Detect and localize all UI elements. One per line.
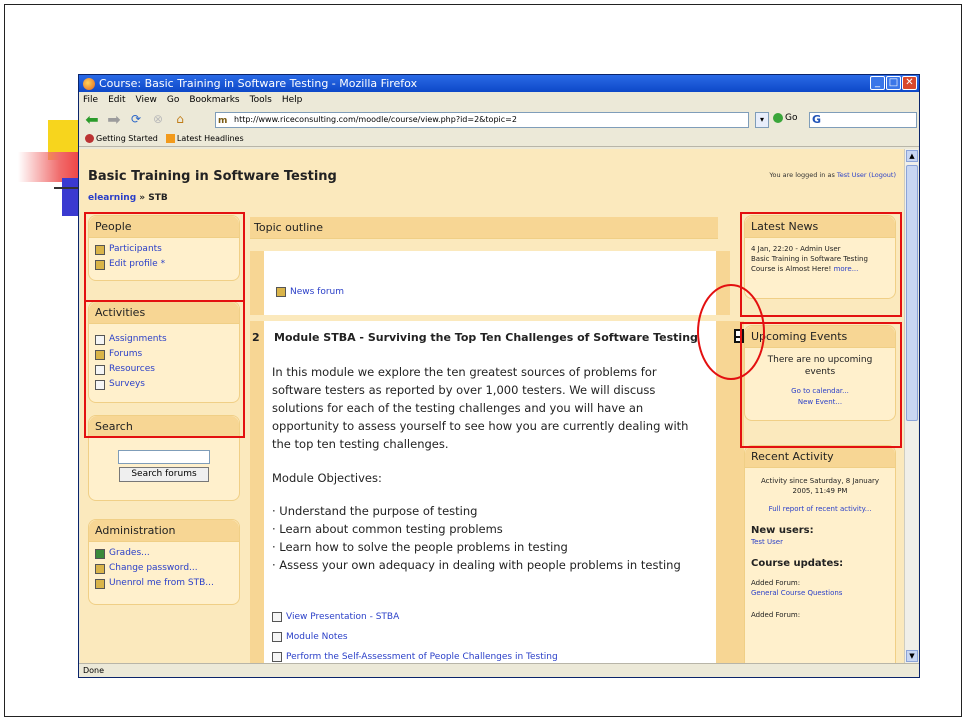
site-favicon-icon: m: [218, 116, 228, 126]
bookmark-getting-started[interactable]: Getting Started: [85, 131, 158, 146]
menu-go[interactable]: Go: [167, 92, 179, 108]
menu-file[interactable]: File: [83, 92, 98, 108]
url-dropdown-chevron-icon[interactable]: ▾: [755, 112, 769, 128]
change-password-icon: [95, 563, 105, 574]
rss-feed-icon: [165, 134, 175, 143]
minimize-button[interactable]: _: [870, 76, 885, 90]
section-links: View Presentation - STBA Module Notes Pe…: [272, 607, 558, 663]
unenrol-link[interactable]: Unenrol me from STB...: [95, 576, 233, 591]
logout-link[interactable]: (Logout): [869, 171, 896, 179]
self-assessment-link[interactable]: Perform the Self-Assessment of People Ch…: [272, 647, 558, 663]
presentation-icon: [272, 612, 282, 622]
firefox-icon: [83, 77, 95, 90]
search-engine-input[interactable]: G: [809, 112, 917, 128]
breadcrumb: elearning » STB: [88, 193, 168, 203]
close-button[interactable]: ✕: [902, 76, 917, 90]
view-presentation-link[interactable]: View Presentation - STBA: [272, 607, 558, 627]
bookmark-icon: [85, 134, 94, 143]
menu-edit[interactable]: Edit: [108, 92, 125, 108]
go-button[interactable]: Go: [773, 113, 797, 123]
breadcrumb-elearning[interactable]: elearning: [88, 193, 136, 203]
objective-item: · Understand the purpose of testing: [272, 504, 478, 518]
unenrol-icon: [95, 578, 105, 589]
login-info: You are logged in as Test User (Logout): [769, 171, 896, 179]
section-2-left-side: [250, 321, 264, 663]
home-icon[interactable]: ⌂: [171, 111, 189, 127]
topic-outline-header: Topic outline: [250, 217, 718, 239]
window-title: Course: Basic Training in Software Testi…: [99, 77, 418, 90]
administration-block-title: Administration: [89, 520, 239, 542]
menu-tools[interactable]: Tools: [250, 92, 272, 108]
grades-link[interactable]: Grades...: [95, 546, 233, 561]
section-title: Module STBA - Surviving the Top Ten Chal…: [274, 331, 698, 344]
menu-help[interactable]: Help: [282, 92, 303, 108]
pdf-icon: [272, 632, 282, 642]
status-bar: Done: [79, 663, 919, 677]
scroll-down-icon[interactable]: ▼: [906, 650, 918, 662]
new-user-link[interactable]: Test User: [751, 538, 783, 546]
change-password-link[interactable]: Change password...: [95, 561, 233, 576]
forum-link[interactable]: General Course Questions: [751, 589, 842, 597]
administration-block: Administration Grades... Change password…: [88, 519, 240, 605]
vertical-scrollbar[interactable]: ▲ ▼: [904, 149, 918, 663]
objective-item: · Assess your own adequacy in dealing wi…: [272, 558, 681, 572]
grades-icon: [95, 548, 105, 559]
go-label: Go: [785, 113, 798, 123]
recent-activity-block: Recent Activity Activity since Saturday,…: [744, 445, 896, 663]
forward-arrow-icon[interactable]: ➡: [105, 110, 123, 129]
highlight-people-box: [84, 212, 245, 302]
section-description: In this module we explore the ten greate…: [272, 365, 689, 451]
menu-bar: File Edit View Go Bookmarks Tools Help: [79, 92, 919, 108]
news-forum-link[interactable]: News forum: [276, 287, 344, 297]
stop-icon[interactable]: ⊗: [149, 111, 167, 127]
title-bar: Course: Basic Training in Software Testi…: [79, 75, 919, 92]
activity-since: Activity since Saturday, 8 January 2005,…: [760, 477, 880, 495]
scroll-thumb[interactable]: [906, 165, 918, 421]
google-logo-icon: G: [812, 113, 822, 126]
objectives-heading: Module Objectives:: [272, 471, 382, 485]
news-forum-icon: [276, 287, 286, 297]
section-0: [264, 251, 716, 315]
menu-view[interactable]: View: [136, 92, 157, 108]
objective-item: · Learn how to solve the people problems…: [272, 540, 568, 554]
page-title: Basic Training in Software Testing: [88, 169, 337, 184]
breadcrumb-current: STB: [148, 193, 168, 203]
bookmark-latest-headlines[interactable]: Latest Headlines: [165, 131, 244, 146]
course-updates-heading: Course updates:: [751, 558, 844, 569]
objective-item: · Learn about common testing problems: [272, 522, 503, 536]
recent-activity-title: Recent Activity: [745, 446, 895, 468]
added-forum-label: Added Forum:: [751, 579, 801, 587]
search-forums-input[interactable]: [118, 450, 210, 464]
survey-icon: [272, 652, 282, 662]
added-forum-label: Added Forum:: [751, 611, 801, 619]
bookmarks-toolbar: Getting Started Latest Headlines: [79, 131, 919, 147]
back-arrow-icon[interactable]: ⬅: [83, 110, 101, 129]
search-forums-button[interactable]: Search forums: [119, 467, 209, 482]
section-0-left-side: [250, 251, 264, 315]
user-link[interactable]: Test User: [837, 171, 867, 179]
go-arrow-icon: [773, 113, 783, 123]
highlight-toggle-circle: [697, 284, 765, 380]
menu-bookmarks[interactable]: Bookmarks: [189, 92, 239, 108]
scroll-up-icon[interactable]: ▲: [906, 150, 918, 162]
section-number: 2: [252, 331, 260, 344]
full-report-link[interactable]: Full report of recent activity...: [769, 505, 872, 513]
new-users-heading: New users:: [751, 525, 814, 536]
module-notes-link[interactable]: Module Notes: [272, 627, 558, 647]
highlight-activities-box: [84, 300, 245, 438]
url-text: http://www.riceconsulting.com/moodle/cou…: [234, 115, 517, 124]
maximize-button[interactable]: □: [886, 76, 901, 90]
objectives-list: · Understand the purpose of testing · Le…: [272, 502, 681, 574]
url-input[interactable]: m http://www.riceconsulting.com/moodle/c…: [215, 112, 749, 128]
highlight-latest-news-box: [740, 212, 902, 317]
reload-icon[interactable]: ⟳: [127, 111, 145, 127]
